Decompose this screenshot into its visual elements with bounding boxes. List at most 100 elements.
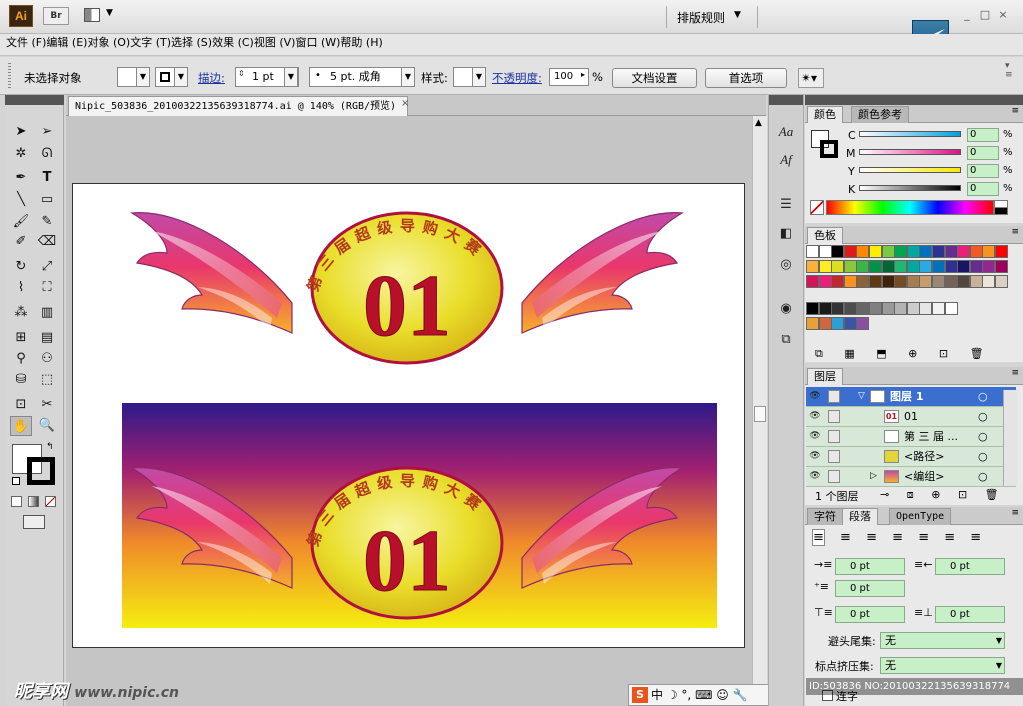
gradient-mode-icon[interactable] [28,496,39,507]
lock-toggle[interactable] [828,450,840,463]
scale-tool-icon[interactable]: ⤢ [36,257,58,277]
layer-name[interactable]: 图层 1 [890,387,923,406]
new-swatch-icon[interactable]: ⊡ [939,347,948,360]
color-swatch[interactable] [957,245,971,258]
color-swatch[interactable] [906,245,920,258]
gradient-panel-icon[interactable]: ◧ [776,224,796,244]
color-swatch[interactable] [869,302,882,315]
menu-select[interactable]: 选择 (S) [171,36,212,49]
color-swatch[interactable] [944,245,958,258]
close-button[interactable]: × [994,8,1012,21]
target-icon[interactable]: ○ [978,447,988,466]
tab-paragraph[interactable]: 段落 [842,508,878,525]
space-before-field[interactable]: 0 pt [835,606,905,623]
menu-view[interactable]: 视图 (V) [254,36,296,49]
color-swatch[interactable] [881,302,895,315]
new-layer-icon[interactable]: ⊡ [958,488,967,501]
ime-mode[interactable]: 中 [651,688,663,702]
brush-definition-field[interactable]: 5 pt. 成角 [309,67,415,87]
color-swatch[interactable] [944,275,958,288]
color-swatch[interactable] [843,317,857,330]
user-icon[interactable]: ☺ [716,688,729,702]
tab-opentype[interactable]: OpenType [889,508,952,525]
new-sublayer-icon[interactable]: ⊕ [931,488,940,501]
color-swatch[interactable] [969,260,983,273]
black-slider[interactable] [859,185,961,191]
magenta-field[interactable]: 0 [967,146,999,160]
close-icon[interactable]: × [401,98,409,109]
color-swatch[interactable] [843,260,857,273]
rectangle-tool-icon[interactable]: ▭ [36,190,58,210]
pen-tool-icon[interactable]: ✒ [10,168,32,188]
graphic-styles-icon[interactable]: ⧉ [776,330,796,350]
hand-tool-icon[interactable]: ✋ [10,416,32,436]
lock-toggle[interactable] [828,430,840,443]
none-color-icon[interactable] [810,200,824,215]
color-swatch[interactable] [843,302,857,315]
color-swatch[interactable] [944,260,958,273]
drag-grip[interactable] [8,63,11,89]
target-icon[interactable]: ○ [978,387,988,406]
align-center-icon[interactable]: ≡ [840,530,851,545]
yellow-field[interactable]: 0 [967,164,999,178]
space-after-field[interactable]: 0 pt [935,606,1005,623]
panel-menu-icon[interactable]: ≡ [1011,106,1019,116]
menu-edit[interactable]: 编辑 (E) [46,36,87,49]
mesh-tool-icon[interactable]: ⊞ [10,328,32,348]
ime-toolbar[interactable]: S中 ☽ °, ⌨ ☺ 🔧 [628,684,776,706]
color-swatch[interactable] [843,245,857,258]
swatch-options-icon[interactable]: ⬒ [876,347,886,360]
direct-selection-tool-icon[interactable]: ➢ [36,122,58,142]
opacity-panel-link[interactable]: 不透明度: [492,70,542,86]
artwork[interactable]: 第三届超级导购大赛 01 第三届超级导购大赛 01 [72,183,745,648]
tools-panel-header[interactable] [5,95,64,105]
panel-menu-icon[interactable]: ▾ ≡ [1005,62,1013,80]
eye-icon[interactable]: 👁 [809,471,821,481]
color-swatch[interactable] [982,245,996,258]
layer-name[interactable]: 01 [904,407,918,426]
layer-row[interactable]: 👁 ▽ 图层 1 ○ [806,387,1016,407]
chevron-down-icon[interactable]: ▼ [401,67,415,87]
slice-tool-icon[interactable]: ✂ [36,395,58,415]
layer-name[interactable]: <编组> [904,467,944,486]
color-swatch[interactable] [856,317,870,330]
eyedropper-tool-icon[interactable]: ⚲ [10,349,32,369]
color-swatch[interactable] [831,260,845,273]
color-swatch[interactable] [906,260,920,273]
strip-header[interactable] [769,95,803,105]
target-icon[interactable]: ○ [978,427,988,446]
color-swatch[interactable] [831,317,845,330]
scroll-thumb[interactable] [754,406,766,422]
color-swatch[interactable] [856,302,870,315]
preferences-button[interactable]: 首选项 [705,68,787,88]
layer-name[interactable]: <路径> [904,447,944,466]
type-tool-icon[interactable]: T [36,168,58,188]
bridge-button[interactable]: Br [43,7,69,25]
black-field[interactable]: 0 [967,182,999,196]
stroke-panel-icon[interactable]: ☰ [776,195,796,215]
color-swatch[interactable] [818,317,832,330]
color-swatch[interactable] [806,302,819,315]
workspace-switcher[interactable]: 排版规则 [677,9,725,26]
scroll-up-icon[interactable]: ▲ [755,118,762,128]
line-tool-icon[interactable]: ╲ [10,190,32,210]
live-paint-bucket-icon[interactable]: ⛁ [10,370,32,390]
menu-object[interactable]: 对象 (O) [87,36,130,49]
color-swatch[interactable] [818,302,832,315]
color-swatch[interactable] [806,260,819,273]
layers-scrollbar[interactable] [1003,390,1017,486]
cyan-slider[interactable] [859,131,961,137]
magenta-slider[interactable] [859,149,961,155]
document-setup-button[interactable]: 文档设置 [612,68,697,88]
color-swatch[interactable] [806,275,819,288]
locate-object-icon[interactable]: ⊸ [880,488,889,501]
color-swatch[interactable] [818,275,832,288]
tab-swatches[interactable]: 色板 [807,227,843,244]
color-swatch[interactable] [818,245,832,258]
color-swatch[interactable] [932,260,945,273]
eye-icon[interactable]: 👁 [809,451,821,461]
color-swatch[interactable] [869,275,882,288]
chevron-down-icon[interactable]: ▽ [858,387,865,406]
color-swatch[interactable] [869,245,882,258]
color-swatch[interactable] [818,260,832,273]
